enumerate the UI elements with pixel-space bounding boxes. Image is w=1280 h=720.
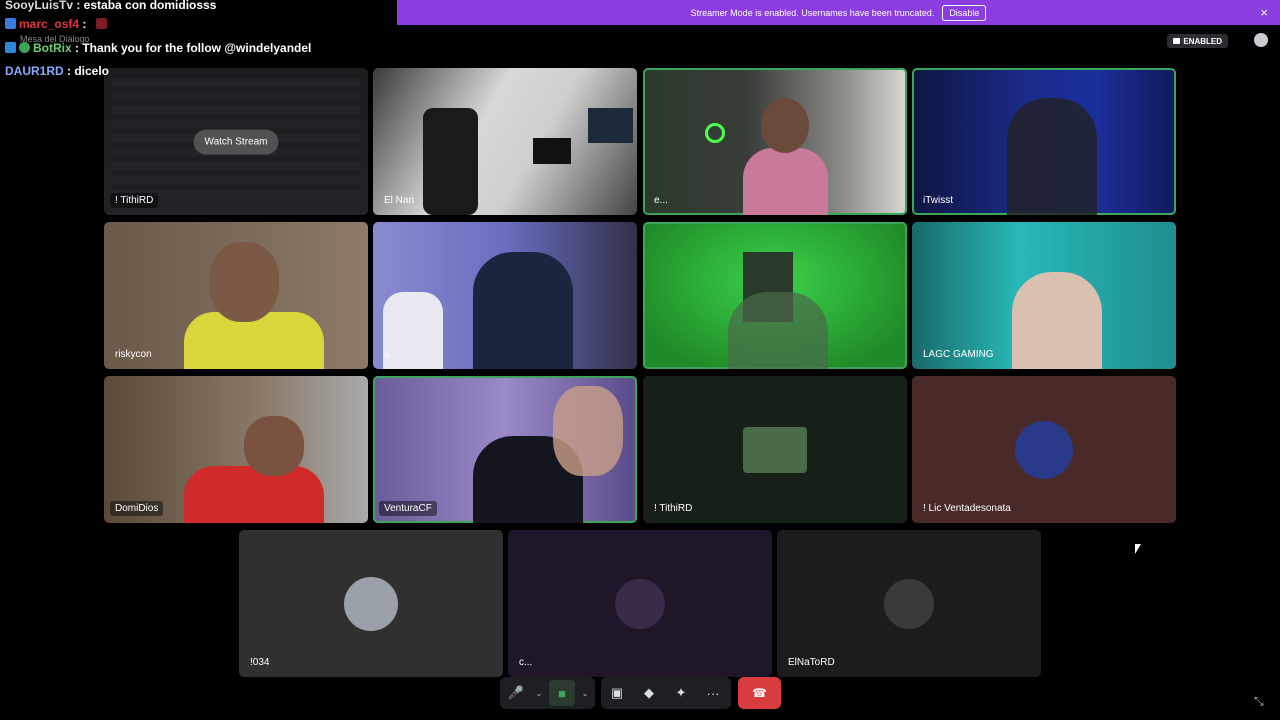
participant-name: VenturaCF <box>379 501 437 516</box>
emote-icon <box>95 18 107 29</box>
chat-bubble-icon[interactable] <box>1254 33 1268 47</box>
person-head <box>761 98 809 153</box>
bot-badge-icon <box>5 42 16 53</box>
media-controls: 🎤 ⌄ ■ ⌄ <box>500 677 595 709</box>
video-tile[interactable] <box>643 222 907 369</box>
avatar <box>615 578 665 629</box>
video-tile[interactable]: VenturaCF <box>373 376 637 523</box>
banner-text: Streamer Mode is enabled. Usernames have… <box>690 7 935 18</box>
more-icon[interactable]: ··· <box>697 677 729 709</box>
person <box>743 148 828 215</box>
participant-name: riskycon <box>115 349 152 360</box>
participant-name: e... <box>654 195 668 206</box>
collapse-icon[interactable]: ⤡ <box>1254 694 1268 708</box>
participant-name: v... <box>384 349 397 360</box>
person-head <box>244 416 304 476</box>
chat-text: : <box>79 17 90 31</box>
call-window: Streamer Mode is enabled. Usernames have… <box>0 0 1280 720</box>
hangup-icon: ☎ <box>752 686 767 700</box>
neon-light <box>705 123 725 143</box>
voice-tile[interactable]: ! Lic Ventadesonata <box>912 376 1176 523</box>
person <box>728 292 828 369</box>
monitor-icon <box>1173 38 1181 44</box>
video-tile[interactable]: iTwisst <box>912 68 1176 215</box>
video-tile[interactable]: DomiDios <box>104 376 368 523</box>
disconnect-button[interactable]: ☎ <box>738 677 781 709</box>
person <box>1012 272 1102 369</box>
participant-name: El Nari <box>384 195 415 206</box>
camera-icon[interactable]: ■ <box>549 680 575 706</box>
video-tile[interactable]: e... <box>643 68 907 215</box>
mouse-cursor-icon <box>1135 544 1141 554</box>
voice-tile[interactable]: !034 <box>239 530 503 677</box>
chat-username: SooyLuisTv <box>5 0 74 12</box>
chat-text: : Thank you for the follow @windelyandel <box>71 41 312 55</box>
disable-streamer-mode-button[interactable]: Disable <box>942 4 987 21</box>
participant-name: ! TithiRD <box>654 503 693 514</box>
voice-tile[interactable]: c... <box>508 530 772 677</box>
stream-tile[interactable]: Watch Stream ! TithiRD <box>104 68 368 215</box>
hand <box>553 386 623 476</box>
streamer-mode-banner: Streamer Mode is enabled. Usernames have… <box>397 0 1280 25</box>
gaming-chair <box>423 108 478 215</box>
participant-name: ! TithiRD <box>110 193 159 208</box>
chat-username: marc_osf4 <box>19 17 80 31</box>
video-tile[interactable]: riskycon <box>104 222 368 369</box>
enabled-label: ENABLED <box>1183 36 1222 46</box>
participant-name: iTwisst <box>923 195 953 206</box>
close-icon[interactable]: × <box>1260 5 1268 20</box>
laptop <box>533 138 571 164</box>
chat-message: SooyLuisTv : estaba con domidiosss <box>5 0 216 12</box>
avatar <box>1015 420 1073 479</box>
person <box>184 466 324 523</box>
chevron-down-icon[interactable]: ⌄ <box>532 677 546 709</box>
video-tile[interactable]: v... <box>373 222 637 369</box>
chat-username: BotRix <box>33 41 72 55</box>
soundboard-icon[interactable]: ✦ <box>665 677 697 709</box>
microphone-icon[interactable]: 🎤 <box>500 677 532 709</box>
voice-tile[interactable]: ElNaToRD <box>777 530 1041 677</box>
participant-name: LAGC GAMING <box>923 349 994 360</box>
avatar <box>344 576 398 631</box>
chat-message: DAUR1RD : dicelo <box>5 64 109 78</box>
chat-message: marc_osf4 : <box>5 17 110 31</box>
share-screen-icon[interactable]: ▣ <box>601 677 633 709</box>
streamer-status-badge[interactable]: ENABLED <box>1167 34 1228 48</box>
video-tile[interactable]: El Nari <box>373 68 637 215</box>
activity-icon[interactable]: ◆ <box>633 677 665 709</box>
participant-name: c... <box>519 657 533 668</box>
participant-name: !034 <box>250 657 270 668</box>
camera-wrapper: ■ <box>546 677 578 709</box>
badge-icon <box>5 18 16 29</box>
monitor <box>588 108 633 143</box>
chat-text: : estaba con domidiosss <box>73 0 217 12</box>
chat-text: : dicelo <box>63 64 110 78</box>
chat-username: DAUR1RD <box>5 64 64 78</box>
person <box>1007 98 1097 215</box>
participant-name <box>649 358 659 362</box>
avatar <box>884 578 934 629</box>
verified-icon <box>19 42 30 53</box>
participant-name: ! Lic Ventadesonata <box>923 503 1011 514</box>
voice-tile[interactable]: ! TithiRD <box>643 376 907 523</box>
watch-stream-button[interactable]: Watch Stream <box>193 129 279 154</box>
participant-name: ElNaToRD <box>788 657 835 668</box>
person <box>473 252 573 369</box>
participant-name: DomiDios <box>110 501 164 516</box>
avatar <box>743 426 807 473</box>
video-tile[interactable]: LAGC GAMING <box>912 222 1176 369</box>
person-head <box>209 242 279 322</box>
chat-message: BotRix : Thank you for the follow @winde… <box>5 41 311 55</box>
activity-controls: ▣ ◆ ✦ ··· <box>601 677 731 709</box>
chevron-down-icon[interactable]: ⌄ <box>578 677 592 709</box>
